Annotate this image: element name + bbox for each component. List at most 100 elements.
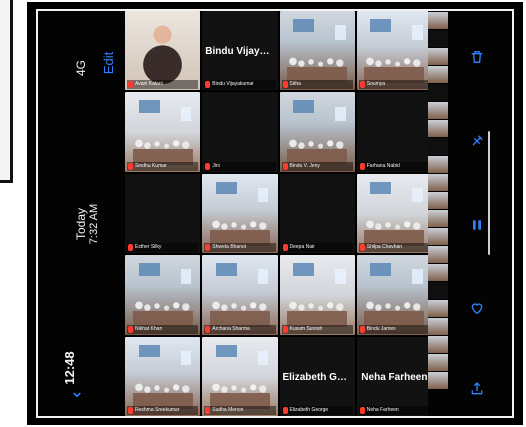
students-group — [132, 137, 193, 165]
thumbnail[interactable] — [428, 336, 448, 353]
thumbnail[interactable] — [428, 174, 448, 191]
students-group — [287, 56, 348, 84]
thumbnail[interactable] — [428, 120, 448, 137]
participant-label: Deepa Nair — [281, 243, 353, 253]
classroom-window — [335, 106, 346, 121]
participant-tile[interactable]: Sindhu Kumar — [125, 92, 201, 172]
classroom-window — [257, 350, 269, 366]
thumbnail[interactable] — [428, 48, 448, 65]
thumbnail[interactable] — [428, 354, 448, 371]
classroom-board — [138, 263, 160, 276]
muted-mic-icon — [359, 244, 365, 252]
muted-mic-icon — [359, 407, 365, 414]
students-group — [364, 300, 425, 328]
thumbnail[interactable] — [428, 246, 448, 263]
classroom-window — [180, 269, 192, 284]
chevron-down-icon[interactable]: ⌄ — [68, 382, 86, 400]
participant-tile[interactable]: Neha Farheen Neha Farheen — [356, 336, 432, 416]
classroom-board — [293, 100, 315, 114]
video-feed — [125, 255, 201, 335]
participant-tile[interactable]: Deepa Nair — [279, 173, 355, 254]
thumbnail[interactable] — [428, 12, 448, 29]
divider — [488, 131, 490, 255]
photo-frame: 4G Edit Today 7:32 AM 12:48 ⌄ Avani Kala… — [27, 2, 523, 425]
thumbnail[interactable] — [428, 156, 448, 173]
muted-mic-icon — [282, 325, 288, 333]
video-feed — [125, 11, 201, 91]
thumbnail[interactable] — [428, 300, 448, 317]
participant-label: Jini — [204, 161, 276, 171]
classroom-board — [138, 344, 160, 358]
participant-tile[interactable]: Elizabeth George Elizabeth George — [279, 336, 355, 416]
classroom-window — [180, 106, 192, 121]
participant-tile[interactable]: Farhana Nabid — [356, 92, 432, 172]
participant-label: Bindu James — [358, 324, 430, 334]
thumbnail[interactable] — [428, 192, 448, 209]
participant-label: Shilpa Chavhan — [358, 243, 430, 253]
students-group — [287, 300, 348, 328]
share-icon[interactable] — [468, 380, 486, 398]
muted-mic-icon — [205, 162, 211, 170]
participant-tile[interactable]: Shilpa Chavhan — [356, 173, 432, 254]
thumbnail[interactable] — [428, 138, 448, 155]
classroom-board — [215, 263, 237, 276]
page: 4G Edit Today 7:32 AM 12:48 ⌄ Avani Kala… — [0, 0, 526, 427]
pause-icon[interactable] — [468, 216, 486, 234]
thumbnail[interactable] — [428, 84, 448, 101]
classroom-board — [370, 181, 392, 195]
participant-tile[interactable]: Avani Kalani — [125, 11, 201, 91]
thumbnail[interactable] — [428, 228, 448, 245]
thumbnail[interactable] — [428, 66, 448, 83]
thumbnail[interactable] — [428, 102, 448, 119]
muted-mic-icon — [128, 325, 133, 333]
participant-tile[interactable]: Archana Sharma — [202, 255, 278, 335]
participant-tile[interactable]: Sitha — [279, 11, 355, 91]
phone-screen-photo: 4G Edit Today 7:32 AM 12:48 ⌄ Avani Kala… — [36, 9, 514, 418]
muted-mic-icon — [282, 244, 288, 252]
thumbnail[interactable] — [428, 282, 448, 299]
thumbnail[interactable] — [428, 318, 448, 335]
participant-tile[interactable]: Nikhat Khan — [125, 255, 201, 335]
participant-tile[interactable]: Soumya — [356, 11, 432, 91]
thumbnail[interactable] — [428, 264, 448, 281]
participant-label: Soumya — [358, 80, 430, 90]
classroom-window — [335, 269, 346, 284]
participant-tile[interactable]: Kusum Suresh — [279, 255, 355, 335]
muted-mic-icon — [282, 81, 288, 89]
participant-tile[interactable]: Reshma Sreekumar — [125, 336, 201, 416]
video-feed — [356, 11, 432, 91]
video-feed — [202, 255, 278, 335]
participant-label: Sudha Menon — [204, 406, 276, 415]
participant-tile[interactable]: Jini — [202, 92, 278, 172]
classroom-board — [370, 18, 392, 32]
participant-tile[interactable]: Sudha Menon — [202, 336, 278, 416]
video-feed — [279, 11, 355, 91]
students-group — [364, 56, 425, 84]
students-group — [364, 219, 425, 247]
classroom-window — [257, 269, 269, 284]
muted-mic-icon — [359, 81, 365, 89]
edit-button[interactable]: Edit — [101, 45, 116, 81]
video-feed — [279, 255, 355, 335]
muted-mic-icon — [205, 407, 211, 414]
participant-tile[interactable]: Shweta Bhanot — [202, 173, 278, 254]
trash-icon[interactable] — [468, 48, 486, 66]
participant-tile[interactable]: Bindu V. Jeny — [279, 92, 355, 172]
classroom-board — [215, 181, 237, 195]
participant-tile[interactable]: Esther Silky — [125, 173, 201, 254]
thumbnail[interactable] — [428, 372, 448, 389]
heart-icon[interactable] — [468, 299, 486, 317]
classroom-window — [180, 350, 192, 366]
muted-mic-icon — [205, 244, 211, 252]
participant-tile[interactable]: Bindu Vijayaku... Bindu Vijayakumar — [202, 11, 278, 91]
muted-mic-icon — [359, 325, 365, 333]
thumbnail[interactable] — [428, 30, 448, 47]
muted-mic-icon — [205, 81, 211, 89]
left-frame — [0, 0, 13, 183]
muted-mic-icon — [359, 162, 365, 170]
participant-tile[interactable]: Bindu James — [356, 255, 432, 335]
right-strip — [428, 11, 512, 416]
pin-icon[interactable] — [468, 132, 486, 150]
participant-label: Farhana Nabid — [358, 161, 430, 171]
thumbnail[interactable] — [428, 210, 448, 227]
